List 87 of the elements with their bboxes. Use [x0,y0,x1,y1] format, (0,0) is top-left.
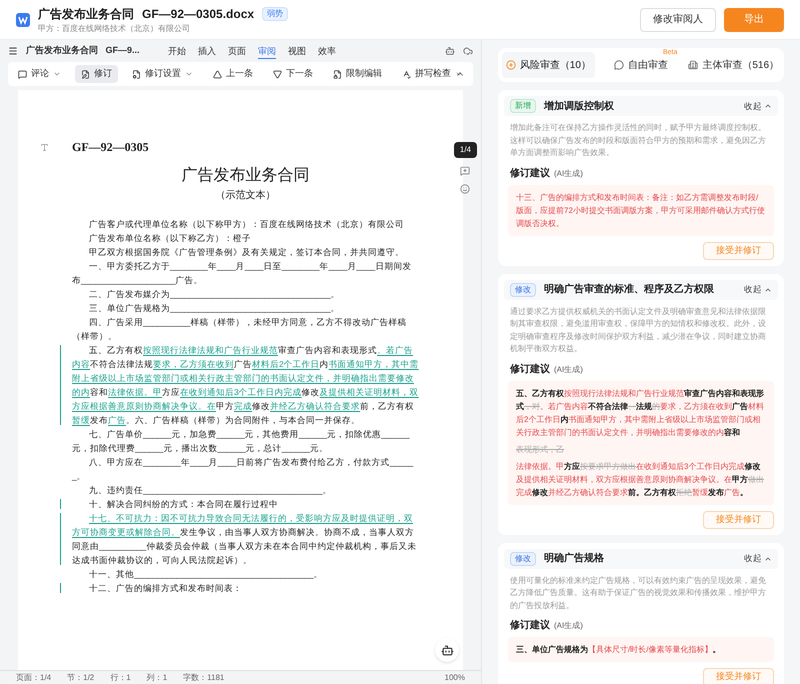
contract-paragraph: 九、违约责任______________________________________。 [88,484,333,497]
cloud-saved-icon[interactable] [463,46,473,56]
menu-tab[interactable]: 审阅 [258,44,276,58]
status-item: 列：1 [146,672,168,684]
contract-code: GF—92—0305 [72,139,149,156]
building-icon [688,60,698,70]
change-tag: 修改 [510,552,536,566]
spell-check-icon [402,70,411,78]
page-indicator: 1/4 [454,142,477,158]
chat-bubble-icon [614,60,624,70]
menu-icon[interactable] [8,46,18,56]
contract-paragraph: 三、单位广告规格为__________________________________。 [88,302,341,315]
ai-note: (AI生成) [554,620,583,632]
toolbar-button[interactable]: 上一条 [207,65,259,83]
card-title: 明确广告审查的标准、程序及乙方权限 [544,282,714,297]
smiley-icon[interactable] [460,184,470,194]
contract-paragraph: 广告发布单位名称（以下称乙方）：橙子 [88,232,252,245]
document-logo-icon [16,12,30,26]
change-tag: 修改 [510,282,536,296]
card-description: 通过要求乙方提供权威机关的书面认定文件及明确审查意见和法律依据限制其审查权限，避免滥用审查权，保障甲方的知情权和修改权。此外，设定明确审查程序及修改时间保护双方利益，减少潜在争议，同时建立协商机制平衡双方权益。 [509,306,767,355]
assistant-icon[interactable] [445,46,455,56]
toolbar-button[interactable]: 限制编辑 [327,65,388,83]
menu-tab[interactable]: 插入 [198,44,216,58]
status-item: 页面：1/4 [16,672,52,684]
card-description: 增加此备注可在保持乙方操作灵活性的同时，赋予甲方最终调度控制权。这样可以确保广告发布的时段和版面符合甲方的预期和需求，避免因乙方单方面调整而影响广告效果。 [509,122,767,159]
menu-tab[interactable]: 页面 [228,44,246,58]
status-item: 100% [444,672,465,684]
contract-paragraph: 四、广告采用__________样稿（样带），未经甲方同意，乙方不得改动广告样稿（样带）。 [72,316,408,343]
suggestion-text: 三、单位广告规格为【具体尺寸/时长/像素等量化指标】。 [516,644,722,656]
ai-note: (AI生成) [554,168,583,180]
card-title: 明确广告规格 [544,551,604,566]
status-item: 节：1/2 [67,672,94,684]
contract-paragraph: 八、甲方应在________年____月____日前将广告发布费付给乙方，付款方式______。 [72,456,414,483]
menu-tab[interactable]: 视图 [288,44,306,58]
party-subtitle: 甲方：百度在线网络技术（北京）有限公司 [38,22,191,34]
suggestion-text: 法律依据。甲方应按要求甲方做出在收到通知后3个工作日内完成修改 及提供相关证明材料，双方应根据善意原则协商解决争议。在甲方做出 完成修改并经乙方确认符合要求前。乙方有权拒绝暂缓发布广告。 [516,460,765,498]
contract-paragraph: 十一、其他______________________________________。 [88,568,324,581]
review-tab[interactable]: 主体审查（516） [687,52,780,78]
ai-note: (AI生成) [554,364,583,376]
contract-paragraph: 甲乙双方根据国务院《广告管理条例》及有关规定，签订本合同，并共同遵守。 [88,246,405,259]
contract-paragraph: 七、广告单价______元，加急费______元，其他费用______元，扣除优惠______元，扣除代理费______元，播出次数______元，总计______元。 [72,428,410,455]
comment-icon [18,70,27,78]
change-tag: 新增 [510,99,536,113]
contract-paragraph: 一、甲方委托乙方于________年____月____日至________年____月____日期间发布____________________广告。 [72,260,412,287]
contract-paragraph: 十七、不可抗力：因不可抗力导致合同无法履行的，受影响方应及时提供证明，双方可协商变更或解除合同。发生争议，由当事人双方协商解决。协商不成，当事人双方同意由__________仲裁委员会仲裁（当事人双方未在本合同中约定仲裁机构，事后又未达成书面仲裁协议的，可向人民法院起诉）。 [72,512,418,567]
menu-tab[interactable]: 开始 [168,44,186,58]
add-comment-icon[interactable] [460,166,470,176]
document-title: 广告发布业务合同 [38,6,134,22]
triangle-down-icon [273,70,282,78]
editor-document-name: 广告发布业务合同 GF—9... [26,44,141,58]
contract-paragraph: 二、广告发布媒介为__________________________________。 [88,288,341,301]
document-filename: GF—92—0305.docx [142,6,254,22]
suggestion-label: 修订建议 [510,362,550,376]
menu-tab[interactable]: 效率 [318,44,336,58]
contract-paragraph: 十二、广告的编排方式和发布时间表： [88,582,243,595]
suggestion-text: 表现形式，乙 [516,444,565,456]
suggestion-label: 修订建议 [510,166,550,180]
triangle-up-icon [213,70,222,78]
status-item: 字数：1181 [183,672,224,684]
contract-paragraph: 五、乙方有权按照现行法律法规和广告行业规范审查广告内容和表现形式。若广告内容不符合法律法规要求，乙方须在收到广告材料后2个工作日 内书面通知甲方，其中需附上省级以上市场监管部门或相关行政主管部门的书面认定文件，并明确指出需要修改的内容和法律依据。甲 方应在收到通知后3个工作日内完成修改及提供相关证明材料，双方应根据善意原则协商解决争议。在甲方完成修改并经乙方确认符合要求前，乙方有权 暂缓发布广告。六、广告样稿（样带）为合同附件，与本合同一并保存。 [72,344,419,427]
toolbar-button[interactable]: 下一条 [267,65,319,83]
contract-paragraph: 广告客户或代理单位名称（以下称甲方）：百度在线网络技术（北京）有限公司 [88,218,405,231]
document-settings-icon [132,70,141,78]
contract-paragraph: 十、解决合同纠纷的方式：本合同在履行过程中 [88,498,279,511]
card-description: 使用可量化的标准来约定广告规格，可以有效约束广告的呈现效果，避免乙方降低广告质量。这有助于保证广告的视觉效果和传播效果，维护甲方的广告投放利益。 [509,574,767,612]
collapse-toggle[interactable]: 收起 [744,100,772,112]
status-item: 行：1 [110,672,131,684]
contract-subtitle: （示范文本） [214,188,276,203]
suggestion-text: 五、乙方有权按照现行法律法规和广告行业规范审查广告内容和表现形式，对。若广告内容不符合法律、法规的要求，乙方须在收到广告材料后2个工作日内书面通知甲方，其中需附上省级以上市场监管部门或相关行政主管部门的书面认定文件，并明确指出需要修改的内容和 [516,388,765,438]
suggestion-label: 修订建议 [510,618,550,633]
card-title: 增加调版控制权 [544,100,614,114]
toolbar-button[interactable]: 修订 [75,65,118,83]
collapse-toggle[interactable]: 收起 [744,283,772,296]
text-marker-icon [40,142,49,152]
edit-document-icon [81,70,90,78]
collapse-toggle[interactable]: 收起 [744,552,772,565]
caret-up-icon [764,102,772,110]
contract-title: 广告发布业务合同 [180,166,310,186]
plus-circle-icon [506,60,516,70]
locked-document-icon [333,70,342,78]
toolbar-button[interactable]: 拼写检查 [396,65,469,83]
suggestion-text: 十三、广告的编排方式和发布时间表：备注：如乙方需调整发布时段/版面，应提前72小时提交书面调版方案，甲方可采用邮件确认方式行使调版否决权。 [516,192,766,230]
review-tab[interactable]: 风险审查（10） [502,52,595,78]
toolbar-button[interactable]: 评论 [12,65,67,83]
toolbar-button[interactable]: 修订设置 [126,65,199,83]
change-reviewer-button[interactable]: 修改审阅人 [640,8,716,32]
status-badge: 弱势 [262,6,288,20]
